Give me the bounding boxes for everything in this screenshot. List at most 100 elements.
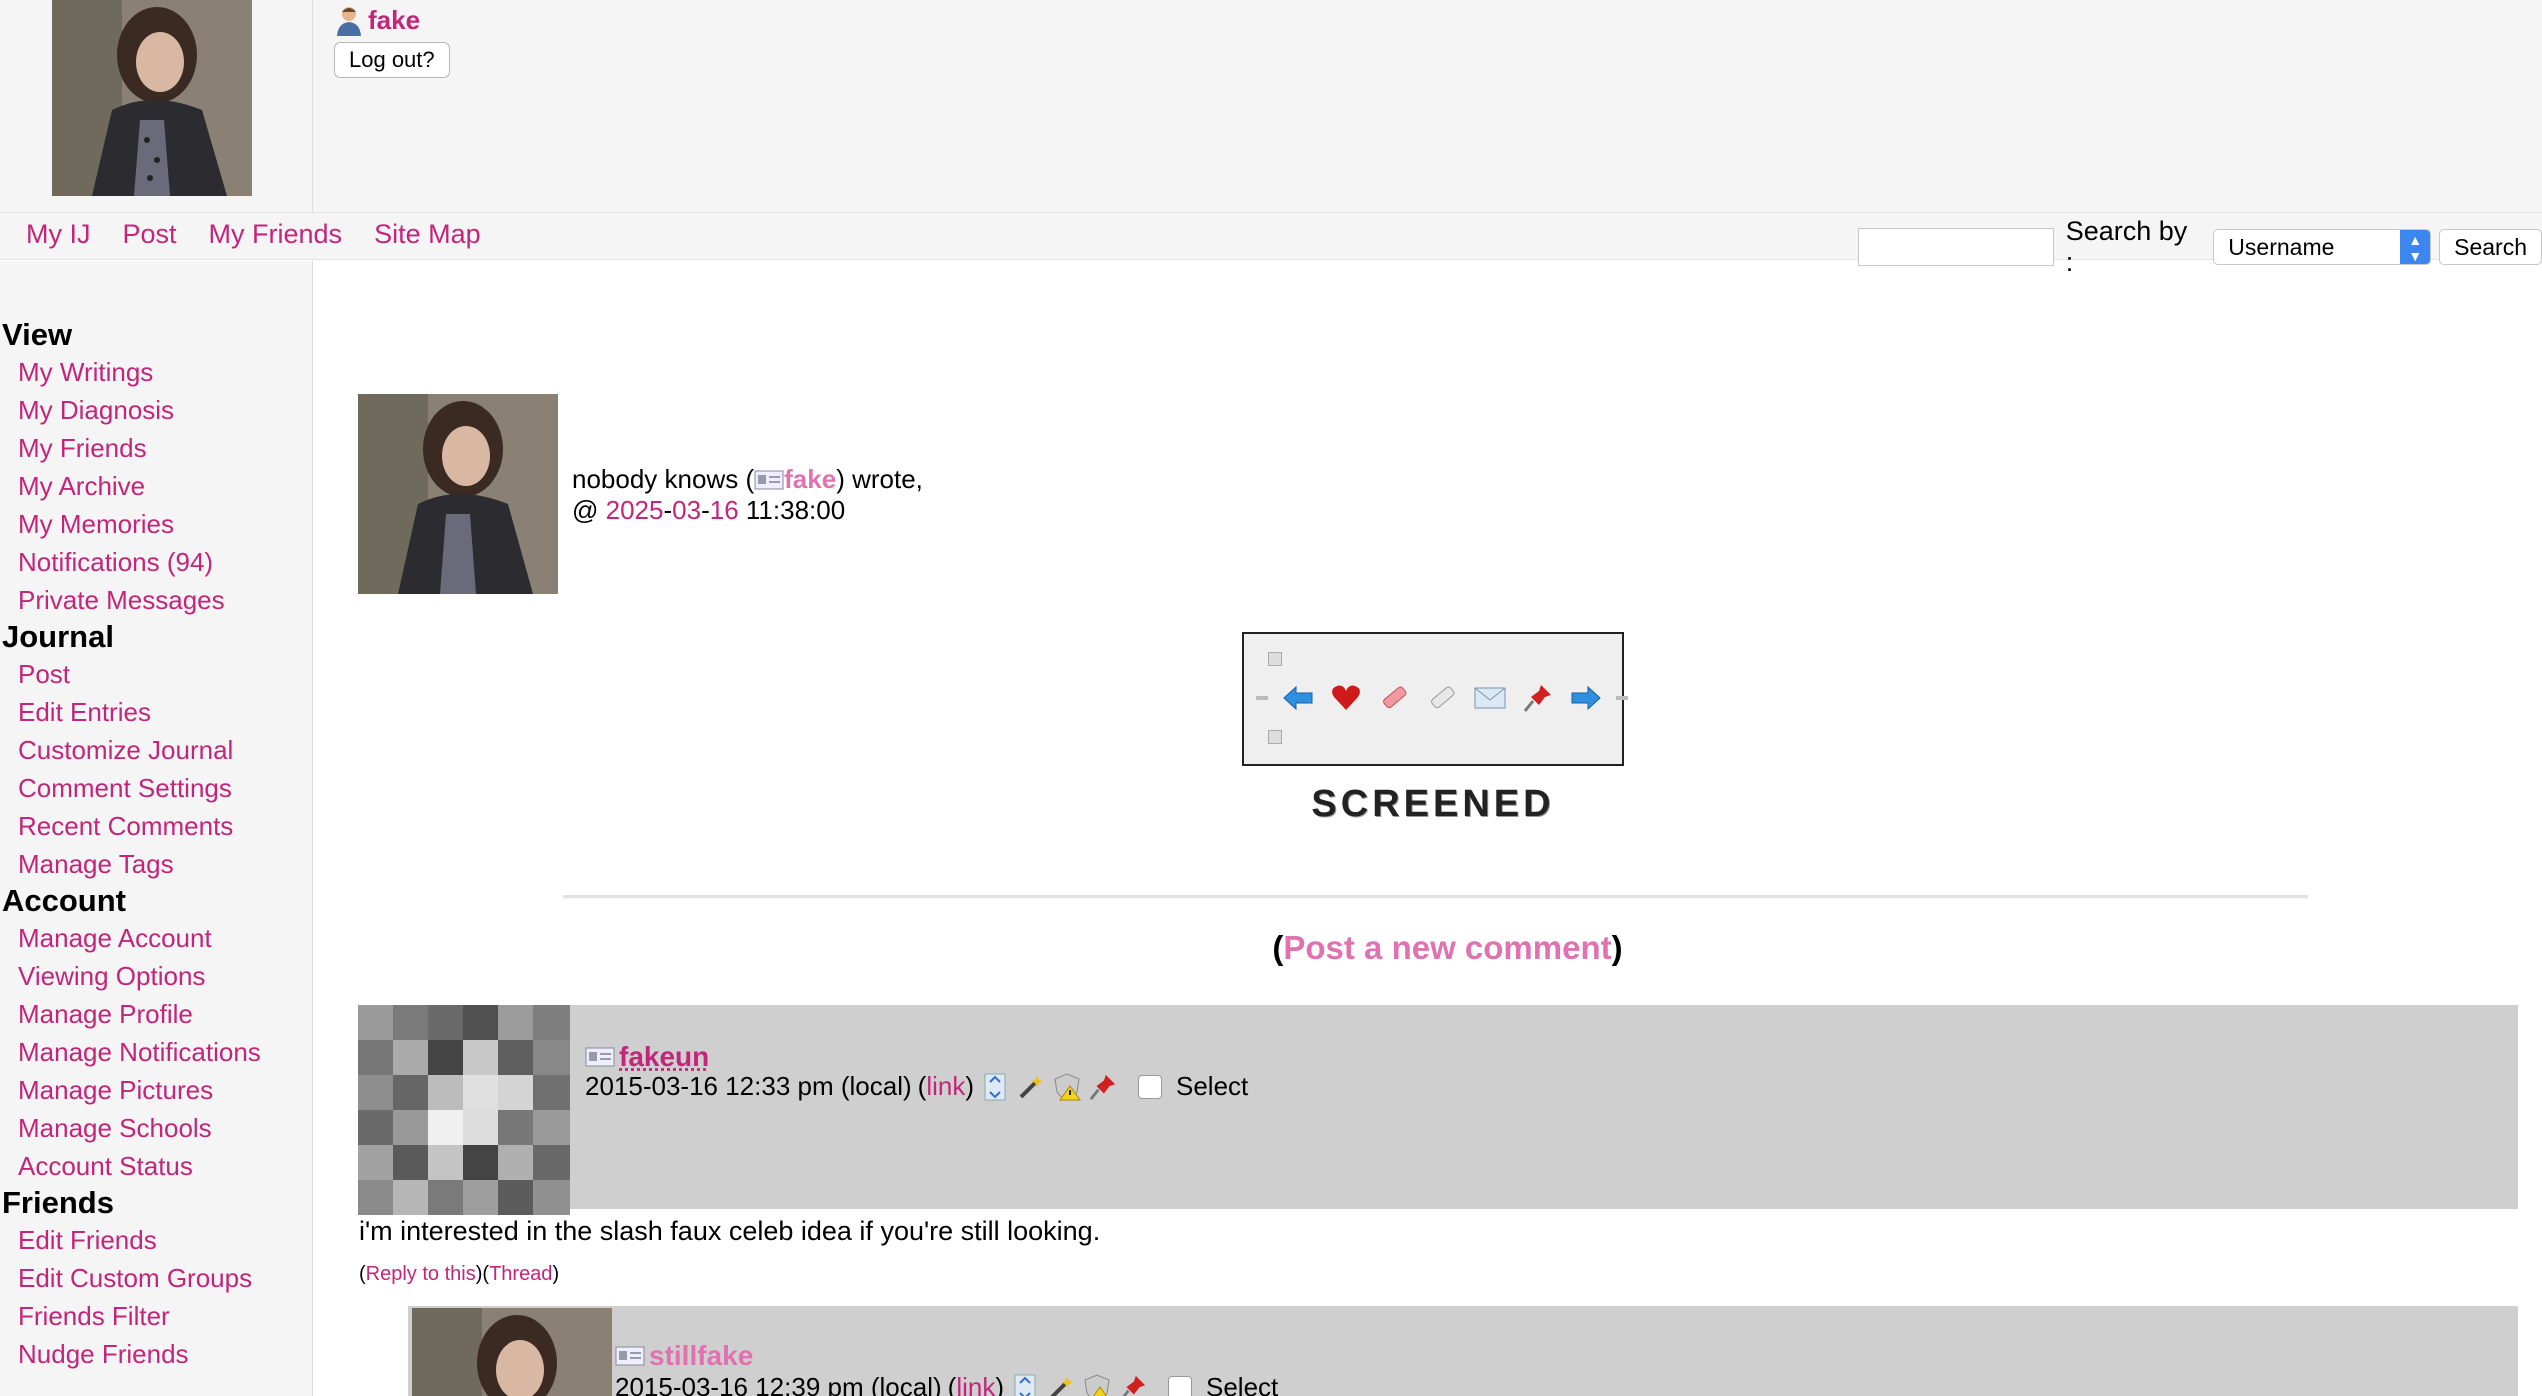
paren-open: ( bbox=[948, 1372, 957, 1396]
comment-user: fakeun bbox=[585, 1041, 709, 1073]
sidebar-item-edit-friends[interactable]: Edit Friends bbox=[0, 1221, 312, 1259]
header-divider bbox=[312, 0, 313, 213]
thread-expand-icon[interactable] bbox=[1010, 1373, 1040, 1396]
sidebar-item-nudge-friends[interactable]: Nudge Friends bbox=[0, 1335, 312, 1373]
nav-post[interactable]: Post bbox=[123, 219, 177, 250]
sidebar-item-post[interactable]: Post bbox=[0, 655, 312, 693]
sidebar-item-my-memories[interactable]: My Memories bbox=[0, 505, 312, 543]
thread-expand-icon[interactable] bbox=[980, 1072, 1010, 1102]
username-link[interactable]: fake bbox=[368, 5, 420, 36]
unscreen-shield-icon[interactable] bbox=[1082, 1373, 1112, 1396]
user-box: fake Log out? bbox=[334, 4, 450, 78]
user-icon bbox=[334, 4, 364, 36]
sidebar: View My Writings My Diagnosis My Friends… bbox=[0, 261, 313, 1396]
paren-close: ) bbox=[1612, 929, 1623, 966]
entry-date-month[interactable]: 03 bbox=[672, 495, 701, 525]
entry-date-year[interactable]: 2025 bbox=[606, 495, 664, 525]
separator-icon bbox=[1256, 696, 1268, 700]
sidebar-heading: Journal bbox=[0, 619, 312, 655]
sidebar-item-my-diagnosis[interactable]: My Diagnosis bbox=[0, 391, 312, 429]
logout-button[interactable]: Log out? bbox=[334, 42, 450, 78]
nav-my-friends[interactable]: My Friends bbox=[209, 219, 343, 250]
select-label: Select bbox=[1206, 1372, 1278, 1396]
paren-close: ) bbox=[836, 464, 845, 494]
sidebar-item-manage-profile[interactable]: Manage Profile bbox=[0, 995, 312, 1033]
sidebar-section-view: View My Writings My Diagnosis My Friends… bbox=[0, 317, 312, 619]
sidebar-item-edit-custom-groups[interactable]: Edit Custom Groups bbox=[0, 1259, 312, 1297]
nav-bar: My IJ Post My Friends Site Map Search by… bbox=[0, 213, 2542, 260]
nav-my-ij[interactable]: My IJ bbox=[26, 219, 91, 250]
entry-userpic bbox=[358, 394, 558, 594]
comment-links: (Reply to this)(Thread) bbox=[359, 1263, 559, 1286]
separator-icon bbox=[1616, 696, 1628, 700]
edit-tags-icon[interactable] bbox=[1424, 680, 1460, 716]
nav-site-map[interactable]: Site Map bbox=[374, 219, 481, 250]
edit-wand-icon[interactable] bbox=[1016, 1072, 1046, 1102]
paren-open: ( bbox=[1272, 929, 1283, 966]
memory-pin-icon[interactable] bbox=[1088, 1072, 1118, 1102]
select-checkbox[interactable] bbox=[1168, 1376, 1192, 1396]
sidebar-section-account: Account Manage Account Viewing Options M… bbox=[0, 883, 312, 1185]
userinfo-icon[interactable] bbox=[585, 1046, 615, 1068]
next-arrow-icon[interactable] bbox=[1568, 680, 1604, 716]
comment-permalink[interactable]: link bbox=[956, 1372, 995, 1396]
sidebar-heading: Friends bbox=[0, 1185, 312, 1221]
search-by-select[interactable]: Username ▲ ▼ bbox=[2213, 229, 2431, 265]
edit-wand-icon[interactable] bbox=[1046, 1373, 1076, 1396]
comment-date: 2015-03-16 12:33 pm (local) bbox=[585, 1071, 912, 1102]
comment-user-link[interactable]: stillfake bbox=[649, 1340, 753, 1371]
sidebar-item-customize-journal[interactable]: Customize Journal bbox=[0, 731, 312, 769]
post-new-comment-link[interactable]: Post a new comment bbox=[1283, 929, 1611, 966]
sidebar-item-manage-notifications[interactable]: Manage Notifications bbox=[0, 1033, 312, 1071]
sidebar-item-manage-schools[interactable]: Manage Schools bbox=[0, 1109, 312, 1147]
paren-open: ( bbox=[918, 1071, 927, 1102]
sidebar-item-private-messages[interactable]: Private Messages bbox=[0, 581, 312, 619]
sidebar-item-manage-tags[interactable]: Manage Tags bbox=[0, 845, 312, 883]
paren-close: )( bbox=[476, 1263, 489, 1285]
entry-actions-box bbox=[1242, 632, 1624, 766]
edit-entry-icon[interactable] bbox=[1376, 680, 1412, 716]
sidebar-item-account-status[interactable]: Account Status bbox=[0, 1147, 312, 1185]
site-header: fake Log out? bbox=[0, 0, 2542, 213]
entry-actions-row bbox=[1256, 680, 1628, 716]
reply-link[interactable]: Reply to this bbox=[366, 1263, 476, 1285]
userinfo-icon[interactable] bbox=[615, 1345, 645, 1367]
memory-pin-icon[interactable] bbox=[1118, 1373, 1148, 1396]
sidebar-item-my-friends[interactable]: My Friends bbox=[0, 429, 312, 467]
comment-body: i'm interested in the slash faux celeb i… bbox=[359, 1216, 1100, 1247]
paren-close: ) bbox=[552, 1263, 559, 1285]
sidebar-item-viewing-options[interactable]: Viewing Options bbox=[0, 957, 312, 995]
memory-pin-icon[interactable] bbox=[1520, 680, 1556, 716]
unscreen-shield-icon[interactable] bbox=[1052, 1072, 1082, 1102]
search-button[interactable]: Search bbox=[2439, 229, 2542, 265]
heart-icon[interactable] bbox=[1328, 680, 1364, 716]
previous-arrow-icon[interactable] bbox=[1280, 680, 1316, 716]
sidebar-item-edit-entries[interactable]: Edit Entries bbox=[0, 693, 312, 731]
entry-date-day[interactable]: 16 bbox=[710, 495, 739, 525]
sidebar-item-my-writings[interactable]: My Writings bbox=[0, 353, 312, 391]
select-arrows-icon: ▲ ▼ bbox=[2400, 230, 2430, 264]
comment-meta: 2015-03-16 12:33 pm (local) (link) Selec… bbox=[585, 1071, 1248, 1102]
comment-permalink[interactable]: link bbox=[926, 1071, 965, 1102]
search-by-value: Username bbox=[2228, 234, 2334, 260]
sidebar-item-friends-filter[interactable]: Friends Filter bbox=[0, 1297, 312, 1335]
corner-icon bbox=[1268, 652, 1282, 666]
main-content: nobody knows (fake) wrote, @ 2025-03-16 … bbox=[313, 261, 2542, 1396]
userinfo-icon[interactable] bbox=[754, 469, 784, 491]
sidebar-item-manage-account[interactable]: Manage Account bbox=[0, 919, 312, 957]
divider bbox=[563, 895, 2308, 899]
mail-icon[interactable] bbox=[1472, 680, 1508, 716]
comment-user-link[interactable]: fakeun bbox=[619, 1041, 709, 1072]
post-new-comment-line: (Post a new comment) bbox=[313, 929, 2542, 967]
sidebar-item-comment-settings[interactable]: Comment Settings bbox=[0, 769, 312, 807]
sidebar-item-my-archive[interactable]: My Archive bbox=[0, 467, 312, 505]
comment-user: stillfake bbox=[615, 1340, 753, 1372]
at-symbol: @ bbox=[572, 495, 598, 525]
sidebar-item-notifications[interactable]: Notifications (94) bbox=[0, 543, 312, 581]
user-avatar[interactable] bbox=[52, 0, 252, 196]
sidebar-item-manage-pictures[interactable]: Manage Pictures bbox=[0, 1071, 312, 1109]
thread-link[interactable]: Thread bbox=[489, 1263, 552, 1285]
select-checkbox[interactable] bbox=[1138, 1075, 1162, 1099]
sidebar-item-recent-comments[interactable]: Recent Comments bbox=[0, 807, 312, 845]
entry-author-user-link[interactable]: fake bbox=[784, 464, 836, 494]
